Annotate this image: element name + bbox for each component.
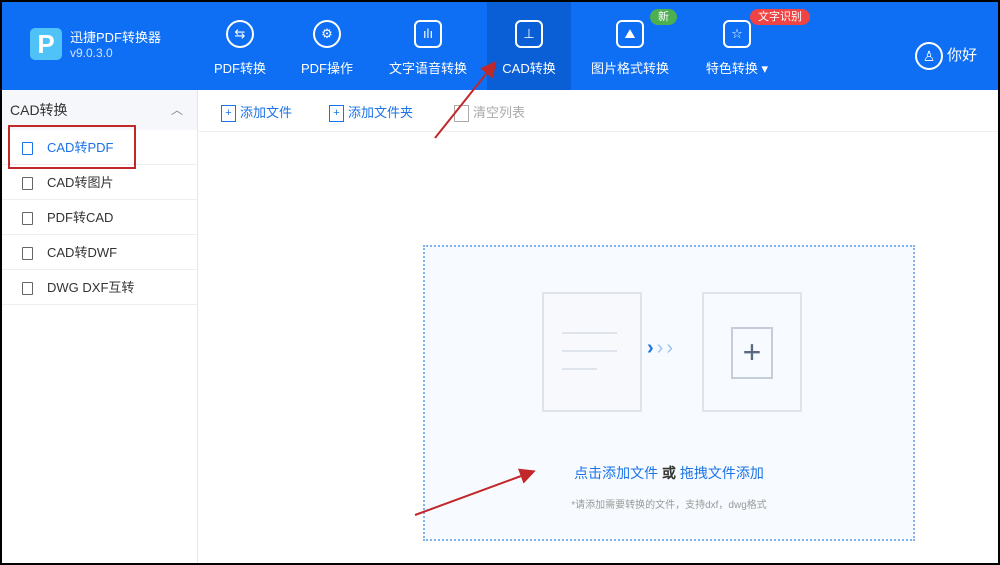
user-menu[interactable]: ♙ 你好: [915, 42, 977, 70]
add-file-label: 添加文件: [240, 105, 293, 120]
chevron-up-icon[interactable]: ︿: [171, 90, 183, 130]
image-icon: ⛰: [616, 20, 644, 48]
chevron-faded: ››: [656, 337, 676, 359]
app-name: 迅捷PDF转换器: [70, 30, 162, 45]
trash-icon: [454, 105, 469, 123]
file-icon: [22, 212, 33, 226]
sidebar-header[interactable]: CAD转换 ︿: [2, 90, 197, 130]
clear-list-label: 清空列表: [473, 105, 526, 120]
or-text: 或: [662, 465, 676, 481]
item-label: CAD转图片: [47, 175, 114, 190]
new-badge: 新: [650, 9, 677, 25]
format-hint: *请添加需要转换的文件，支持dxf，dwg格式: [571, 500, 767, 511]
annotation-highlight-box: [8, 125, 136, 169]
tab-cad-convert[interactable]: ⊥ CAD转换: [487, 2, 571, 90]
tab-pdf-convert[interactable]: ⇆ PDF转换: [200, 2, 280, 90]
sidebar-item-pdf-to-cad[interactable]: PDF转CAD: [2, 200, 197, 235]
add-file-icon: +: [221, 105, 236, 123]
add-folder-icon: +: [329, 105, 344, 123]
tab-pdf-operate[interactable]: ⚙ PDF操作: [287, 2, 367, 90]
user-greeting: 你好: [947, 46, 978, 64]
cad-icon: ⊥: [515, 20, 543, 48]
drop-prompt: 点击添加文件 或 拖拽文件添加: [425, 463, 913, 483]
toolbar: + 添加文件 + 添加文件夹 清空列表: [199, 90, 998, 132]
pdf-operate-icon: ⚙: [313, 20, 341, 48]
user-icon: ♙: [915, 42, 943, 70]
click-add-file-link[interactable]: 点击添加文件: [574, 465, 658, 481]
chevron-active: ›: [647, 337, 657, 359]
file-icon: [22, 247, 33, 261]
drop-zone[interactable]: ››› + 点击添加文件 或 拖拽文件添加 *请添加需要转换的文件，支持dxf，…: [423, 245, 915, 541]
sidebar-item-cad-to-image[interactable]: CAD转图片: [2, 165, 197, 200]
chevrons-icon: ›››: [647, 337, 676, 360]
add-folder-label: 添加文件夹: [348, 105, 414, 120]
header: P 迅捷PDF转换器 v9.0.3.0 ⇆ PDF转换 ⚙ PDF操作 ılı 文字语…: [2, 2, 998, 90]
add-folder-button[interactable]: + 添加文件夹: [329, 102, 414, 123]
app-logo: P: [30, 28, 62, 60]
sidebar-item-cad-to-dwf[interactable]: CAD转DWF: [2, 235, 197, 270]
clear-list-button[interactable]: 清空列表: [454, 102, 526, 123]
app-version: v9.0.3.0: [70, 46, 113, 60]
tab-label: 特色转换 ▾: [705, 61, 769, 76]
tab-text-voice[interactable]: ılı 文字语音转换: [378, 2, 478, 90]
app-window: P 迅捷PDF转换器 v9.0.3.0 ⇆ PDF转换 ⚙ PDF操作 ılı 文字语…: [2, 2, 998, 563]
audio-wave-icon: ılı: [414, 20, 442, 48]
tab-label: PDF操作: [300, 61, 353, 76]
drag-add-file-link[interactable]: 拖拽文件添加: [680, 465, 764, 481]
ocr-badge: 文字识别: [750, 9, 810, 25]
sidebar-item-dwg-dxf[interactable]: DWG DXF互转: [2, 270, 197, 305]
file-icon: [22, 282, 33, 296]
sidebar-title: CAD转换: [10, 102, 68, 118]
add-file-button[interactable]: + 添加文件: [221, 102, 293, 123]
document-illustration: [542, 292, 642, 412]
target-illustration: +: [702, 292, 802, 412]
item-label: DWG DXF互转: [47, 280, 135, 295]
item-label: CAD转DWF: [47, 245, 118, 260]
tab-label: 文字语音转换: [388, 61, 467, 76]
star-convert-icon: ☆: [723, 20, 751, 48]
tab-label: PDF转换: [213, 61, 266, 76]
plus-icon: +: [731, 327, 773, 379]
tab-label: CAD转换: [502, 61, 556, 76]
pdf-convert-icon: ⇆: [226, 20, 254, 48]
image-file-icon: [22, 177, 33, 191]
tab-label: 图片格式转换: [590, 61, 669, 76]
item-label: PDF转CAD: [47, 210, 114, 225]
